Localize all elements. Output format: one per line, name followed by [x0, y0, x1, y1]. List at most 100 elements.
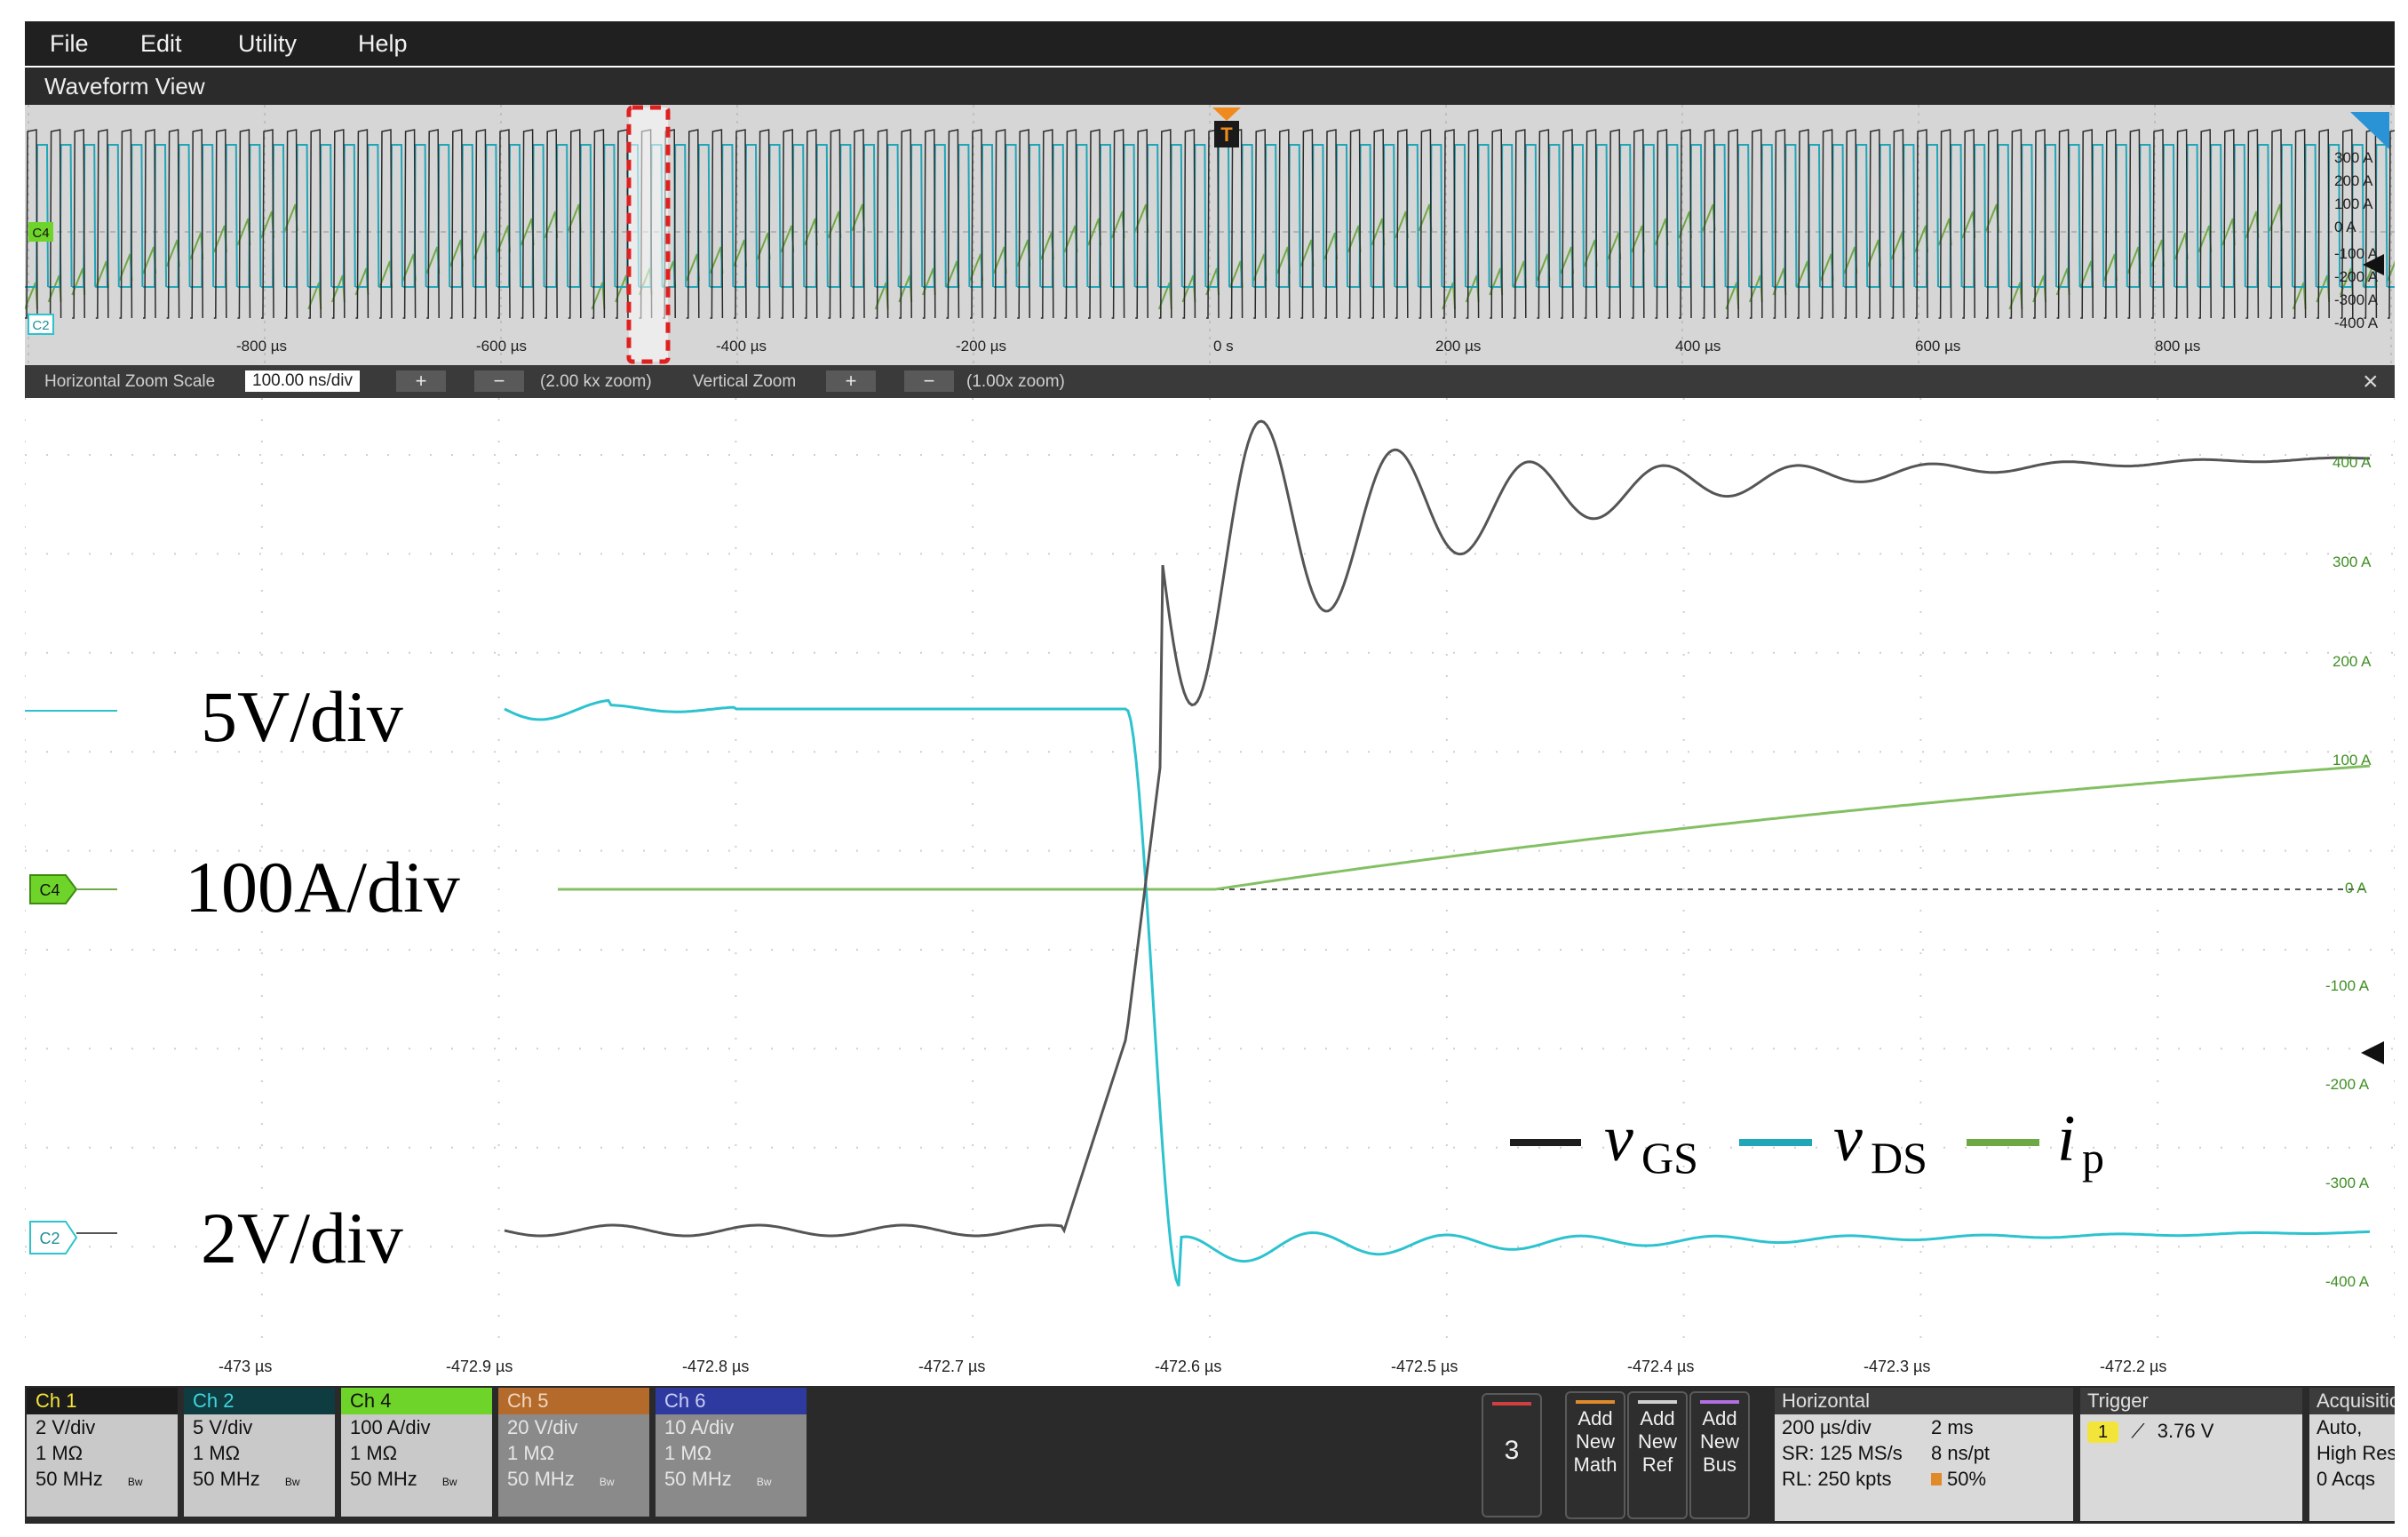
button-line: Add — [1578, 1407, 1613, 1429]
vgs-scale-label: 2V/div — [201, 1198, 403, 1278]
channel-scale: 2 V/div — [36, 1416, 96, 1438]
button-line: New — [1575, 1430, 1615, 1453]
trigger-position-icon — [1931, 1473, 1942, 1485]
overview-c4-label: C4 — [32, 226, 49, 241]
offset-arrow-icon[interactable] — [2361, 1041, 2384, 1064]
legend-vgs-subscript: GS — [1641, 1133, 1698, 1183]
close-zoom-icon[interactable]: × — [2363, 365, 2379, 398]
channel-bandwidth-row: 50 MHz Bw — [27, 1466, 178, 1495]
trigger-position-arrow[interactable] — [1212, 108, 1241, 121]
menu-file[interactable]: File — [50, 21, 89, 66]
channel-badge-ch5[interactable]: Ch 5 20 V/div 1 MΩ 50 MHz Bw — [498, 1388, 649, 1517]
channel-bandwidth-row: 50 MHz Bw — [498, 1466, 649, 1495]
overview-strip[interactable]: T C4 C2 -800 µs -600 µs -400 µs -200 µs … — [25, 105, 2395, 365]
x-tick-label: -472.3 µs — [1864, 1358, 1931, 1375]
channel-badge-title: Ch 5 — [498, 1388, 649, 1414]
zoom-waveform-display[interactable]: C4 C2 v GS v DS i p 5V/div 100A/div 2V/d… — [25, 398, 2395, 1386]
overview-amp-label: -200 A — [2334, 268, 2379, 285]
more-waveforms-count: 3 — [1504, 1436, 1520, 1465]
bandwidth-limit-icon: Bw — [127, 1476, 143, 1488]
channel-impedance: 1 MΩ — [664, 1442, 712, 1464]
horizontal-zoom-out-button[interactable]: − — [474, 370, 524, 392]
channel-scale: 10 A/div — [664, 1416, 735, 1438]
button-line: Add — [1640, 1407, 1675, 1429]
horizontal-zoom-in-button[interactable]: + — [396, 370, 446, 392]
trigger-level: 3.76 V — [2157, 1420, 2214, 1442]
legend-vds-symbol: v — [1833, 1103, 1863, 1175]
channel-impedance: 1 MΩ — [193, 1442, 241, 1464]
channel-bandwidth: 50 MHz — [507, 1468, 575, 1490]
acquisition-panel[interactable]: Acquisitio Auto, High Res: 0 Acqs — [2309, 1388, 2395, 1521]
trigger-panel[interactable]: Trigger 1 ⟋ 3.76 V — [2080, 1388, 2302, 1521]
y-tick-label: 400 A — [2333, 454, 2372, 471]
horizontal-zoom-scale-input[interactable]: 100.00 ns/div — [245, 370, 361, 392]
overview-amp-label: 300 A — [2334, 149, 2373, 166]
button-line: New — [1699, 1430, 1739, 1453]
x-tick-label: -472.6 µs — [1155, 1358, 1222, 1375]
trigger-source-badge: 1 — [2087, 1422, 2119, 1443]
overview-c2-label: C2 — [32, 318, 49, 333]
y-tick-label: -100 A — [2325, 977, 2370, 994]
overview-waveform: T C4 C2 — [25, 105, 2395, 365]
channel-bandwidth-row: 50 MHz Bw — [184, 1466, 335, 1495]
bandwidth-limit-icon: Bw — [756, 1476, 772, 1488]
bandwidth-limit-icon: Bw — [599, 1476, 615, 1488]
vertical-zoom-factor: (1.00x zoom) — [966, 372, 1065, 391]
trigger-marker-label: T — [1220, 123, 1233, 146]
y-tick-label: 200 A — [2333, 653, 2372, 670]
add-new-ref-button[interactable]: Add New Ref — [1627, 1391, 1688, 1519]
overview-time-label: 800 µs — [2155, 338, 2201, 354]
channel-bandwidth-row: 50 MHz Bw — [341, 1466, 492, 1495]
y-tick-label: 100 A — [2333, 752, 2372, 768]
x-tick-label: -472.8 µs — [682, 1358, 750, 1375]
zoom-window-indicator[interactable] — [626, 105, 671, 364]
bandwidth-limit-icon: Bw — [441, 1476, 457, 1488]
sample-rate: SR: 125 MS/s — [1782, 1442, 1903, 1464]
waveform-view-titlebar: Waveform View — [25, 68, 2395, 105]
overview-time-label: -200 µs — [956, 338, 1007, 354]
channel-impedance: 1 MΩ — [350, 1442, 398, 1464]
overview-amp-label: -100 A — [2334, 245, 2379, 262]
acquisition-mode: Auto, — [2317, 1416, 2363, 1438]
vertical-zoom-out-button[interactable]: − — [904, 370, 954, 392]
channel-badge-ch2[interactable]: Ch 2 5 V/div 1 MΩ 50 MHz Bw — [184, 1388, 335, 1517]
channel-bandwidth-row: 50 MHz Bw — [656, 1466, 807, 1495]
horizontal-zoom-factor: (2.00 kx zoom) — [540, 372, 652, 391]
c4-channel-marker-label: C4 — [39, 881, 60, 899]
overview-amp-label: 100 A — [2334, 195, 2373, 212]
menu-bar: File Edit Utility Help — [25, 21, 2395, 66]
add-new-math-button[interactable]: Add New Math — [1565, 1391, 1625, 1519]
button-line: Add — [1702, 1407, 1737, 1429]
menu-utility[interactable]: Utility — [238, 21, 297, 66]
overview-amp-label: 0 A — [2334, 219, 2356, 235]
acquisition-count: 0 Acqs — [2317, 1468, 2376, 1490]
y-tick-label: -300 A — [2325, 1175, 2370, 1191]
button-line: Ref — [1641, 1453, 1673, 1476]
add-new-bus-button[interactable]: Add New Bus — [1689, 1391, 1750, 1519]
overview-grid — [25, 105, 2395, 365]
overview-amp-label: -400 A — [2334, 315, 2379, 331]
legend-ip-subscript: p — [2082, 1133, 2104, 1183]
overview-time-label: -800 µs — [236, 338, 288, 354]
more-waveforms-button[interactable]: 3 — [1482, 1393, 1542, 1517]
menu-help[interactable]: Help — [358, 21, 408, 66]
menu-edit[interactable]: Edit — [140, 21, 182, 66]
vertical-zoom-in-button[interactable]: + — [826, 370, 876, 392]
channel-badge-ch1[interactable]: Ch 1 2 V/div 1 MΩ 50 MHz Bw — [27, 1388, 178, 1517]
channel-badge-ch4[interactable]: Ch 4 100 A/div 1 MΩ 50 MHz Bw — [341, 1388, 492, 1517]
overview-amp-label: 200 A — [2334, 172, 2373, 189]
ip-scale-label: 100A/div — [185, 847, 460, 928]
x-tick-label: -473 µs — [219, 1358, 273, 1375]
horizontal-panel[interactable]: Horizontal 200 µs/div SR: 125 MS/s RL: 2… — [1775, 1388, 2073, 1521]
trigger-settings-row: 1 ⟋ 3.76 V — [2080, 1418, 2302, 1444]
x-tick-label: -472.5 µs — [1391, 1358, 1458, 1375]
overview-time-label: 400 µs — [1675, 338, 1721, 354]
channel-scale: 20 V/div — [507, 1416, 578, 1438]
bandwidth-limit-icon: Bw — [284, 1476, 300, 1488]
channel-badge-ch6[interactable]: Ch 6 10 A/div 1 MΩ 50 MHz Bw — [656, 1388, 807, 1517]
overview-corner-icon[interactable] — [2350, 112, 2389, 149]
overview-time-label: 200 µs — [1435, 338, 1482, 354]
channel-bandwidth: 50 MHz — [664, 1468, 732, 1490]
button-line: New — [1637, 1430, 1677, 1453]
y-tick-label: -400 A — [2325, 1273, 2370, 1290]
